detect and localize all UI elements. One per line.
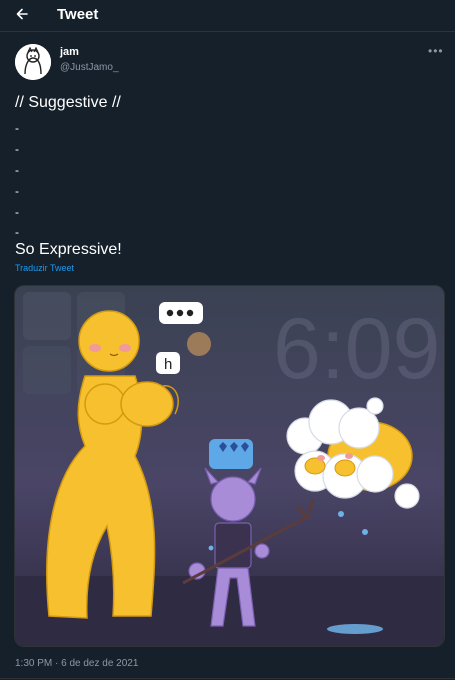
tweet-dash: - xyxy=(15,163,19,177)
tweet-media-image[interactable]: 6:09 h xyxy=(14,285,445,647)
tweet-dash: - xyxy=(15,205,19,219)
tweet-dash: - xyxy=(15,142,19,156)
clock-watermark: 6:09 xyxy=(273,301,440,397)
tweet-timestamp[interactable]: 1:30 PM · 6 de dez de 2021 xyxy=(15,658,138,669)
tweet-dash: - xyxy=(15,225,19,239)
avatar[interactable] xyxy=(15,44,51,80)
more-options-icon[interactable]: ••• xyxy=(428,44,444,58)
tweet-text-line-2: So Expressive! xyxy=(15,241,122,258)
speech-bubble-h: h xyxy=(164,356,172,373)
tweet-dash: - xyxy=(15,184,19,198)
tweet-text-line-1: // Suggestive // xyxy=(15,94,121,111)
header-divider xyxy=(0,31,455,32)
tweet-dash: - xyxy=(15,121,19,135)
bottom-divider xyxy=(0,678,455,679)
page-title: Tweet xyxy=(57,6,99,23)
author-name[interactable]: jam xyxy=(60,46,79,58)
top-bar: Tweet xyxy=(0,0,455,30)
translate-tweet-link[interactable]: Traduzir Tweet xyxy=(15,263,74,273)
arrow-left-icon[interactable] xyxy=(14,6,30,22)
author-handle[interactable]: @JustJamo_ xyxy=(60,62,119,73)
